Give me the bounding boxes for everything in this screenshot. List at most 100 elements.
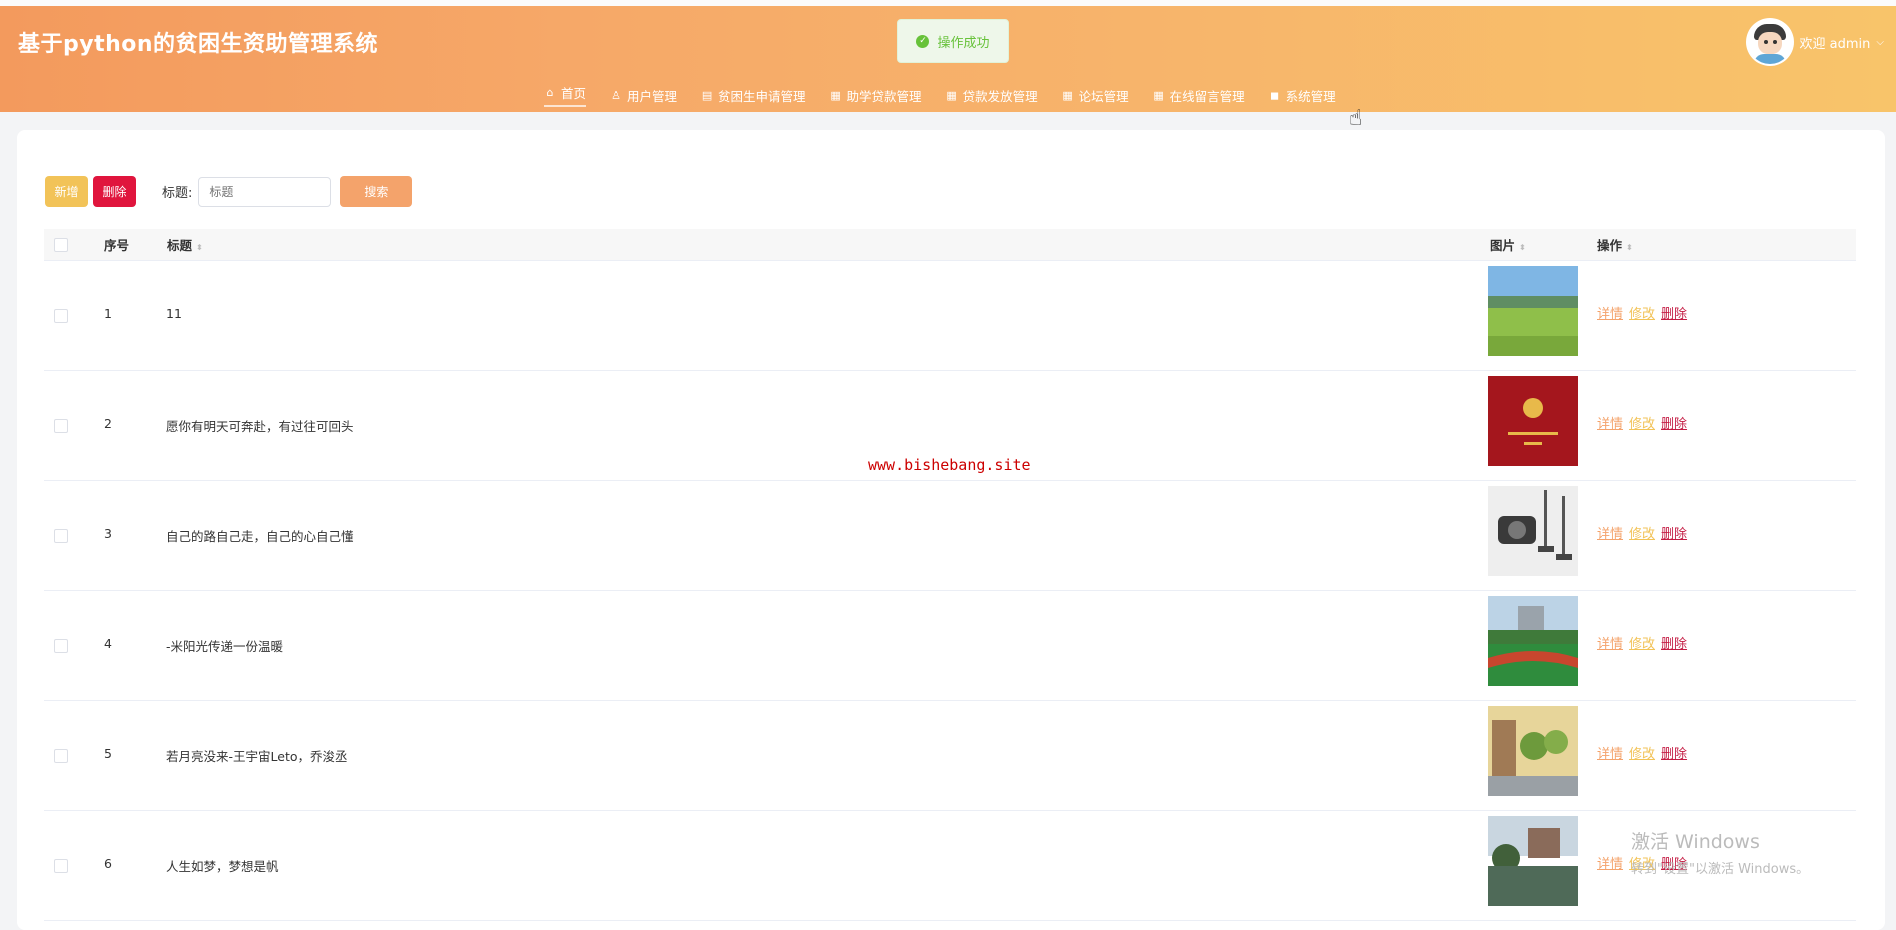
- main-nav: ⌂ 首页 ♙ 用户管理 ▤ 贫困生申请管理 ▦ 助学贷款管理 ▦ 贷款发放管理 …: [544, 83, 1336, 107]
- row-index: 1: [104, 306, 112, 321]
- edit-link[interactable]: 修改: [1629, 303, 1655, 322]
- edit-link[interactable]: 修改: [1629, 523, 1655, 542]
- table-row: 1 11 详情 修改 删除: [44, 261, 1856, 371]
- row-title: -米阳光传递一份温暖: [166, 639, 284, 654]
- delete-link[interactable]: 删除: [1661, 743, 1687, 762]
- row-checkbox[interactable]: [54, 639, 68, 653]
- row-checkbox[interactable]: [54, 749, 68, 763]
- user-menu[interactable]: 欢迎 admin ⌵: [1745, 18, 1884, 66]
- avatar[interactable]: [1745, 18, 1794, 66]
- delete-link[interactable]: 删除: [1661, 413, 1687, 432]
- header-image[interactable]: 图片 ⬍: [1490, 235, 1526, 254]
- header-title[interactable]: 标题 ⬍: [167, 235, 203, 254]
- bookmark-icon: ◼: [1270, 88, 1280, 102]
- add-button[interactable]: 新增: [45, 176, 88, 207]
- site-watermark: www.bishebang.site: [868, 456, 1031, 474]
- sort-icon: ⬍: [196, 243, 203, 252]
- table-row: 6 人生如梦，梦想是帆 详情 修改 删除: [44, 811, 1856, 921]
- windows-activation-notice: 激活 Windows 转到"设置"以激活 Windows。: [1631, 827, 1809, 877]
- chevron-down-icon: ⌵: [1876, 36, 1884, 48]
- title-search-input[interactable]: [198, 176, 332, 207]
- nav-message-board[interactable]: ▦ 在线留言管理: [1153, 83, 1244, 107]
- system-title: 基于python的贫困生资助管理系统: [18, 32, 379, 57]
- nav-label: 用户管理: [627, 88, 678, 104]
- row-checkbox[interactable]: [54, 419, 68, 433]
- row-index: 2: [104, 416, 112, 431]
- nav-forum[interactable]: ▦ 论坛管理: [1062, 83, 1129, 107]
- detail-link[interactable]: 详情: [1597, 633, 1623, 652]
- batch-delete-button[interactable]: 删除: [93, 176, 136, 207]
- row-image: [1488, 706, 1578, 796]
- row-image: [1488, 376, 1578, 466]
- nav-loan-disbursement[interactable]: ▦ 贷款发放管理: [946, 83, 1038, 107]
- detail-link[interactable]: 详情: [1597, 743, 1623, 762]
- nav-poor-student-application[interactable]: ▤ 贫困生申请管理: [701, 83, 806, 107]
- table-header: 序号 标题 ⬍ 图片 ⬍ 操作 ⬍: [44, 229, 1856, 261]
- nav-label: 助学贷款管理: [846, 88, 922, 104]
- hand-pointer-icon: ☝: [1349, 106, 1363, 131]
- row-title: 愿你有明天可奔赴，有过往可回头: [166, 419, 354, 434]
- edit-link[interactable]: 修改: [1629, 413, 1655, 432]
- row-checkbox[interactable]: [54, 529, 68, 543]
- sort-icon: ⬍: [1626, 243, 1633, 252]
- table-row: 3 自己的路自己走，自己的心自己懂 详情 修改 删除: [44, 481, 1856, 591]
- detail-link[interactable]: 详情: [1597, 523, 1623, 542]
- delete-link[interactable]: 删除: [1661, 633, 1687, 652]
- header-title-text: 标题: [167, 238, 193, 253]
- row-title: 自己的路自己走，自己的心自己懂: [166, 529, 354, 544]
- search-button[interactable]: 搜索: [340, 176, 413, 207]
- form-icon: ▦: [830, 88, 841, 102]
- detail-link[interactable]: 详情: [1597, 853, 1623, 872]
- form-icon: ▦: [1153, 88, 1164, 102]
- form-icon: ▦: [946, 88, 957, 102]
- forum-table: 序号 标题 ⬍ 图片 ⬍ 操作 ⬍ 1 11 详情 修改 删除 2 愿你有明天可…: [44, 229, 1856, 921]
- form-icon: ▦: [1062, 88, 1073, 102]
- activation-subtitle: 转到"设置"以激活 Windows。: [1631, 862, 1810, 877]
- row-image: [1488, 596, 1578, 686]
- row-actions: 详情 修改 删除: [1597, 743, 1687, 762]
- row-index: 6: [104, 856, 112, 871]
- activation-title: 激活 Windows: [1631, 831, 1760, 853]
- row-checkbox[interactable]: [54, 309, 68, 323]
- nav-label: 系统管理: [1285, 88, 1336, 104]
- content-card: 新增 删除 标题: 搜索 序号 标题⬍ 图片⬍ 操作⬍ 1 11 详情: [17, 130, 1885, 930]
- nav-home[interactable]: ⌂ 首页: [544, 83, 587, 107]
- row-title: 人生如梦，梦想是帆: [166, 859, 279, 874]
- header-image-text: 图片: [1490, 238, 1516, 253]
- row-index: 4: [104, 636, 112, 651]
- delete-link[interactable]: 删除: [1661, 523, 1687, 542]
- detail-link[interactable]: 详情: [1597, 413, 1623, 432]
- row-actions: 详情 修改 删除: [1597, 523, 1687, 542]
- check-circle-icon: ✓: [916, 34, 930, 48]
- search-label: 标题:: [162, 186, 193, 201]
- success-toast: ✓ 操作成功: [897, 19, 1009, 63]
- edit-link[interactable]: 修改: [1629, 633, 1655, 652]
- row-index: 3: [104, 526, 112, 541]
- sort-icon: ⬍: [1519, 243, 1526, 252]
- nav-user-management[interactable]: ♙ 用户管理: [610, 83, 677, 107]
- row-title: 若月亮没来-王宇宙Leto，乔浚丞: [166, 749, 348, 764]
- toolbar: 新增 删除 标题: 搜索: [45, 176, 413, 207]
- header-index: 序号: [104, 238, 130, 253]
- row-image: [1488, 266, 1578, 356]
- header-actions-text: 操作: [1597, 238, 1623, 253]
- row-actions: 详情 修改 删除: [1597, 633, 1687, 652]
- nav-label: 首页: [561, 86, 587, 101]
- select-all-checkbox[interactable]: [54, 238, 68, 252]
- delete-link[interactable]: 删除: [1661, 303, 1687, 322]
- user-icon: ♙: [611, 88, 621, 102]
- edit-link[interactable]: 修改: [1629, 743, 1655, 762]
- row-image: [1488, 486, 1578, 576]
- nav-label: 贷款发放管理: [962, 88, 1038, 104]
- nav-label: 论坛管理: [1078, 88, 1129, 104]
- detail-link[interactable]: 详情: [1597, 303, 1623, 322]
- table-row: 5 若月亮没来-王宇宙Leto，乔浚丞 详情 修改 删除: [44, 701, 1856, 811]
- row-index: 5: [104, 746, 112, 761]
- toast-text: 操作成功: [937, 35, 990, 51]
- nav-student-loan[interactable]: ▦ 助学贷款管理: [830, 83, 922, 107]
- home-icon: ⌂: [546, 86, 554, 99]
- table-row: 4 -米阳光传递一份温暖 详情 修改 删除: [44, 591, 1856, 701]
- header-actions[interactable]: 操作 ⬍: [1597, 235, 1633, 254]
- row-checkbox[interactable]: [54, 859, 68, 873]
- nav-system[interactable]: ◼ 系统管理: [1269, 83, 1336, 107]
